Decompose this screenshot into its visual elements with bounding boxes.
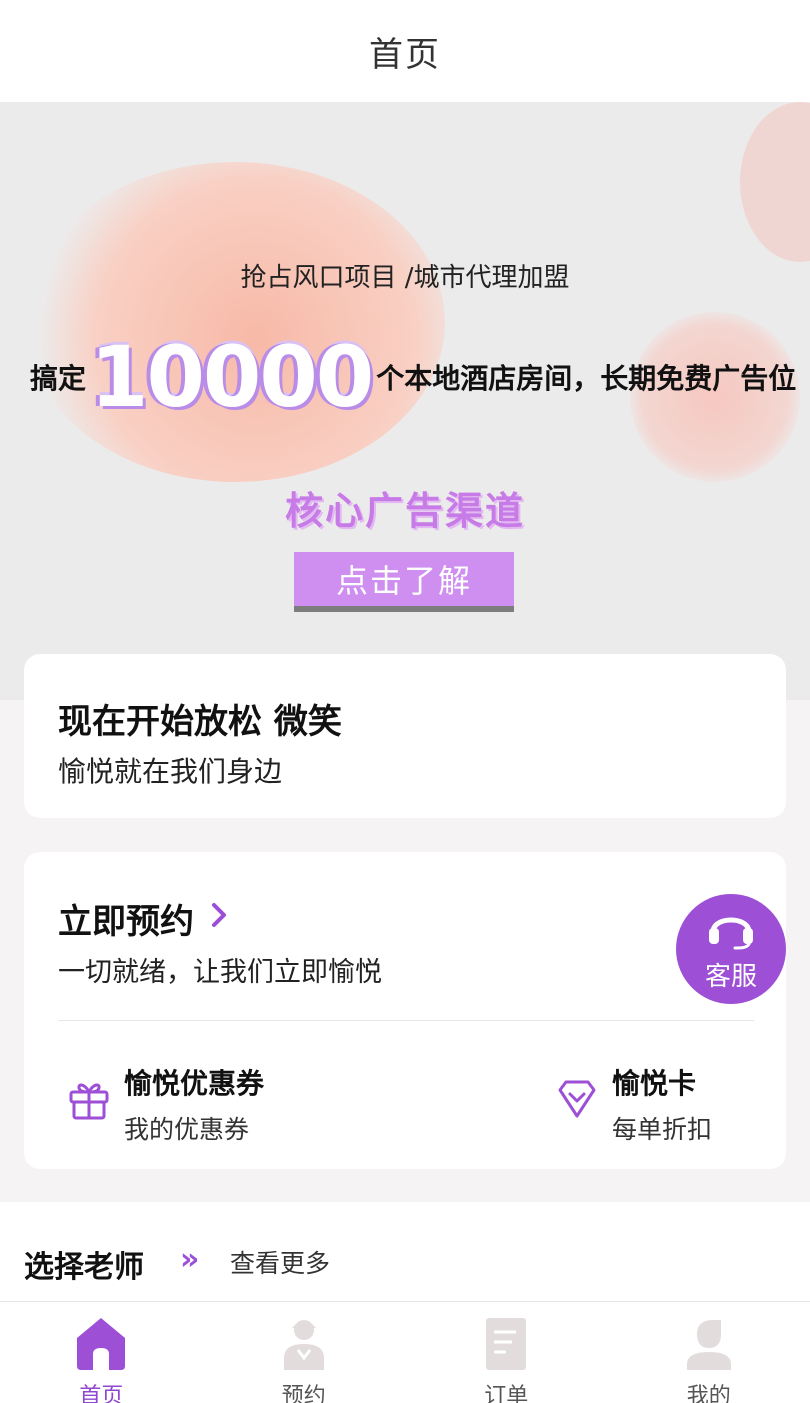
book-now-subtitle: 一切就绪，让我们立即愉悦 <box>58 957 382 988</box>
headline-suffix: 个本地酒店房间，长期免费广告位 <box>376 362 797 395</box>
tab-booking[interactable]: 预约 <box>203 1302 406 1403</box>
coupon-title: 愉悦优惠券 <box>124 1067 265 1100</box>
headline-prefix: 搞定 <box>30 362 87 395</box>
member-card-title: 愉悦卡 <box>612 1067 697 1100</box>
decorative-circle <box>740 102 810 262</box>
top-navbar: 首页 <box>0 0 810 102</box>
headset-icon <box>703 906 759 954</box>
relax-title: 现在开始放松 微笑 <box>58 702 342 742</box>
document-icon <box>478 1314 534 1372</box>
coupon-desc: 我的优惠券 <box>124 1115 250 1144</box>
book-now-title: 立即预约 <box>58 902 194 942</box>
home-icon <box>73 1314 129 1372</box>
teachers-title: 选择老师 <box>24 1250 144 1285</box>
relax-card: 现在开始放松 微笑 愉悦就在我们身边 <box>24 654 786 818</box>
customer-service-button[interactable]: 客服 <box>676 894 786 1004</box>
see-more-link[interactable]: 查看更多 <box>230 1244 330 1280</box>
tab-orders[interactable]: 订单 <box>405 1302 608 1403</box>
tab-label: 我的 <box>686 1384 731 1403</box>
member-card-entry[interactable]: 愉悦卡 每单折扣 <box>554 1062 712 1146</box>
diamond-icon <box>554 1076 600 1122</box>
learn-more-button[interactable]: 点击了解 <box>294 552 514 612</box>
promo-banner[interactable]: 抢占风口项目 /城市代理加盟 搞定 10000 个本地酒店房间，长期免费广告位 … <box>0 102 810 700</box>
decorative-circle <box>25 162 445 482</box>
divider <box>58 1020 754 1021</box>
banner-headline: 搞定 10000 个本地酒店房间，长期免费广告位 <box>30 327 796 427</box>
book-now-link[interactable]: 立即预约 <box>58 894 228 943</box>
banner-channel: 核心广告渠道 <box>284 489 525 533</box>
coupon-entry[interactable]: 愉悦优惠券 我的优惠券 <box>66 1062 264 1146</box>
tab-label: 订单 <box>484 1384 529 1403</box>
customer-service-label: 客服 <box>704 961 757 992</box>
person-icon <box>276 1314 332 1372</box>
tab-label: 预约 <box>281 1384 326 1403</box>
banner-subtitle: 抢占风口项目 /城市代理加盟 <box>240 263 570 293</box>
teachers-section-header: 选择老师 » 查看更多 <box>0 1202 810 1302</box>
bottom-tabbar: 首页 预约 订单 我的 <box>0 1301 810 1403</box>
gift-icon <box>66 1076 112 1122</box>
tab-home[interactable]: 首页 <box>0 1302 203 1403</box>
tab-mine[interactable]: 我的 <box>608 1302 810 1403</box>
tab-label: 首页 <box>79 1384 124 1403</box>
page-title: 首页 <box>369 34 441 75</box>
member-card-desc: 每单折扣 <box>612 1115 713 1144</box>
chevron-right-icon <box>210 901 228 936</box>
booking-card: 立即预约 一切就绪，让我们立即愉悦 愉悦优惠券 我的优惠券 愉悦卡 每单折扣 <box>24 852 786 1169</box>
headline-number: 10000 <box>90 328 374 426</box>
user-icon <box>681 1314 737 1372</box>
double-chevron-icon: » <box>180 1242 200 1277</box>
relax-subtitle: 愉悦就在我们身边 <box>58 755 283 788</box>
